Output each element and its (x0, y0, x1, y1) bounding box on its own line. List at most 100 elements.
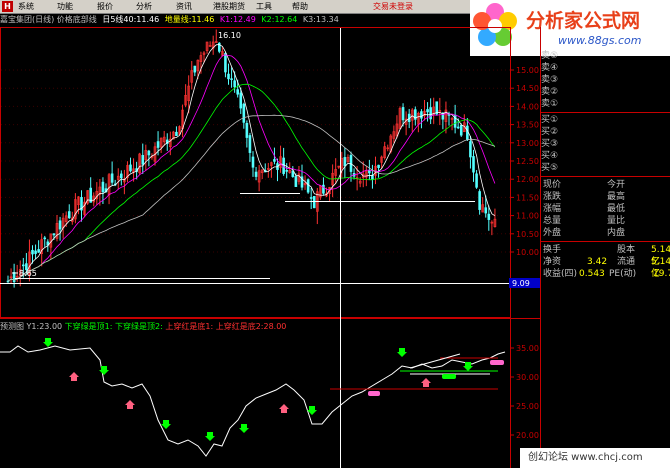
lower-axis-label: 30.00 (516, 373, 539, 382)
sell-arrow-icon (239, 424, 249, 433)
candlesticks (6, 29, 497, 288)
candle-body (31, 249, 34, 255)
pink-marker (490, 360, 504, 365)
quote-row: 换手 股本 5.14亿 (541, 244, 670, 267)
orderbook-divider (540, 112, 670, 113)
candle-body (484, 207, 488, 214)
high-annotation: 16.10 (218, 31, 241, 40)
quote-row: 外盘 内盘 (541, 227, 670, 239)
sell-arrow-icon (43, 338, 53, 347)
bid-2: 买② (541, 127, 559, 137)
current-price-text: 9.09 (512, 279, 530, 288)
axis-label: 12.00 (516, 175, 539, 184)
quote-label: 最高 (607, 192, 626, 202)
quote-label: 总量 (543, 216, 562, 226)
candle-body (472, 156, 475, 173)
quote-label: 最低 (607, 204, 626, 214)
lower-label-top1: 下穿绿是顶1: (64, 322, 113, 331)
candle-body (233, 80, 236, 88)
candle-body (429, 107, 432, 120)
quote-row: 净资 3.42 流通 5.14亿 (541, 256, 670, 279)
candle-body (401, 107, 405, 121)
candle-body (306, 179, 310, 193)
quote-divider (540, 176, 670, 177)
axis-label: 13.00 (516, 139, 539, 148)
quote-label: PE(动) (609, 269, 637, 279)
candle-body (478, 191, 481, 210)
axis-label: 11.00 (516, 212, 539, 221)
candle-body (469, 141, 472, 158)
lower-axis: 35.00 30.00 25.00 20.00 (510, 344, 539, 440)
candle-body (456, 126, 460, 129)
candle-body (273, 159, 276, 162)
candle-body (447, 114, 451, 116)
ask-2: 卖② (541, 87, 559, 97)
axis-label: 13.50 (516, 121, 539, 130)
candle-body (459, 125, 463, 136)
candle-body (67, 211, 71, 219)
candle-body (245, 122, 249, 138)
moving-averages (7, 44, 496, 282)
quote-value: 0.543 (579, 269, 605, 279)
candle-body (43, 237, 47, 240)
quote-label: 股本 (617, 245, 636, 255)
quote-divider (540, 241, 670, 242)
sell-arrow-icon (463, 362, 473, 371)
axis-label: 12.50 (516, 157, 539, 166)
buy-arrow-icon (69, 372, 79, 381)
candle-body (426, 109, 429, 113)
sell-arrow-icon (397, 348, 407, 357)
sell-arrow-icon (161, 420, 171, 429)
axis-label: 14.00 (516, 102, 539, 111)
quote-label: 今开 (607, 180, 626, 190)
candle-body (377, 164, 380, 168)
candle-body (147, 150, 151, 156)
candle-body (193, 65, 197, 73)
quote-row: 总量 量比 (541, 215, 670, 227)
quote-row: 涨幅 最低 (541, 203, 670, 215)
candle-body (34, 250, 37, 254)
quote-row: 涨跌 最高 (541, 191, 670, 203)
quote-label: 内盘 (607, 228, 626, 238)
axis-label: 10.00 (516, 248, 539, 257)
lower-label-bottom1: 上穿红是底1: (165, 322, 214, 331)
quote-value: 3.42 (587, 257, 608, 267)
candle-body (175, 131, 178, 136)
quote-value: 19.7 (653, 269, 670, 279)
lower-y1: Y1:23.00 (26, 322, 63, 331)
candle-body (101, 181, 105, 193)
quote-label: 收益(四) (543, 269, 578, 279)
quote-label: 涨跌 (543, 192, 562, 202)
lower-title: 预测图 (0, 322, 24, 331)
lower-axis-label: 20.00 (516, 431, 539, 440)
candle-body (475, 173, 478, 188)
lower-axis-label: 25.00 (516, 402, 539, 411)
sell-arrow-icon (205, 432, 215, 441)
candle-body (120, 173, 123, 179)
lower-indicator-label: 预测图 Y1:23.00 下穿绿是顶1: 下穿绿是顶2: 上穿红是底1: 上穿红… (0, 321, 286, 333)
ask-4: 卖④ (541, 63, 559, 73)
price-axis: 15.00 14.50 14.00 13.50 13.00 12.50 12.00 11.50… (510, 66, 539, 257)
green-marker (442, 374, 456, 379)
ask-5: 卖⑤ (541, 51, 559, 61)
candle-body (156, 141, 160, 148)
candle-body (129, 164, 132, 172)
forum-footer: 创幻论坛 www.chcj.com (520, 448, 670, 468)
quote-label: 量比 (607, 216, 626, 226)
axis-label: 14.50 (516, 84, 539, 93)
candle-body (239, 92, 243, 109)
candle-body (242, 103, 246, 123)
buy-arrow-icon (125, 400, 135, 409)
candle-body (227, 73, 230, 80)
quote-label: 净资 (543, 257, 562, 267)
moving-average-line (7, 44, 496, 282)
candle-body (343, 157, 347, 167)
quote-row: 收益(四) 0.543 PE(动) 19.7 (541, 268, 670, 280)
candle-body (322, 184, 325, 194)
low-annotation: 8.65 (19, 269, 37, 278)
candle-body (110, 173, 114, 183)
candle-body (309, 197, 313, 199)
ask-3: 卖③ (541, 75, 559, 85)
quote-label: 现价 (543, 180, 562, 190)
candle-body (236, 89, 239, 95)
